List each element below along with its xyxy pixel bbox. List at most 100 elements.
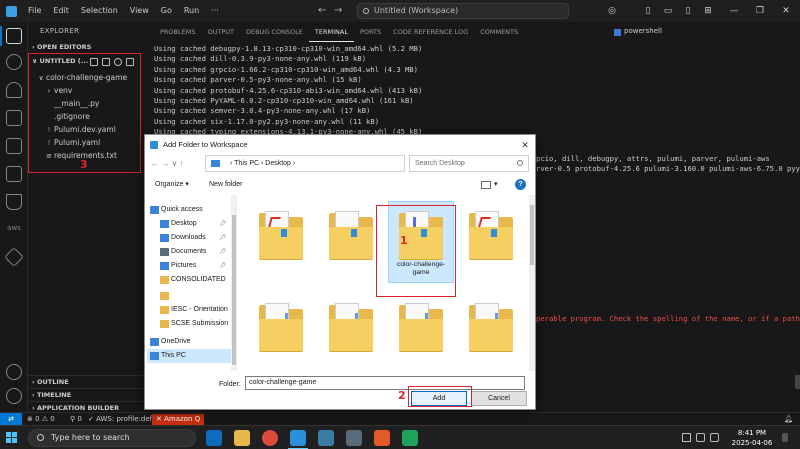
- command-center[interactable]: Untitled (Workspace): [357, 3, 569, 19]
- dialog-close-button[interactable]: ✕: [515, 135, 535, 155]
- search-icon[interactable]: [6, 54, 22, 70]
- taskbar-clock[interactable]: 8:41 PM 2025-04-06: [728, 428, 776, 448]
- taskbar-search[interactable]: Type here to search: [28, 429, 196, 447]
- restore-icon[interactable]: ❐: [748, 0, 772, 22]
- new-folder-button[interactable]: New folder: [209, 179, 242, 191]
- clock-date: 2025-04-06: [731, 439, 773, 447]
- forward-arrow-icon[interactable]: →: [334, 0, 342, 22]
- menu-edit[interactable]: Edit: [47, 0, 75, 22]
- app-icon[interactable]: [346, 430, 362, 446]
- open-editors-section[interactable]: › OPEN EDITORS: [32, 43, 91, 51]
- content-scrollbar[interactable]: [529, 195, 535, 371]
- vscode-file-icon: [281, 229, 287, 237]
- terminal-line: Using cached protobuf-4.25.6-cp310-abi3-…: [154, 85, 423, 95]
- nav-pane-item[interactable]: Quick access: [147, 203, 233, 217]
- copilot-icon[interactable]: ◎: [600, 0, 624, 22]
- dialog-navigation-pane: Quick access Desktop 📌︎ Downloads 📌︎ Document…: [147, 195, 233, 371]
- terminal-output[interactable]: Using cached debugpy-1.8.13-cp310-cp310-…: [154, 44, 794, 138]
- nav-pane-item[interactable]: IESC - Orientation: [147, 303, 233, 317]
- terminal-scrollbar[interactable]: [795, 375, 800, 389]
- source-control-icon[interactable]: [6, 82, 22, 98]
- nav-item-icon: [160, 234, 169, 242]
- folder-item[interactable]: [389, 295, 453, 373]
- tab-debug-console[interactable]: DEBUG CONSOLE: [240, 22, 309, 42]
- powershell-icon: [614, 29, 621, 36]
- folder-item[interactable]: [249, 203, 313, 281]
- aws-icon[interactable]: aws: [3, 224, 25, 232]
- app-icon[interactable]: [402, 430, 418, 446]
- menu-view[interactable]: View: [124, 0, 155, 22]
- app-icon[interactable]: [318, 430, 334, 446]
- folder-item[interactable]: [319, 203, 383, 281]
- volume-icon[interactable]: [710, 433, 719, 442]
- dialog-search-input[interactable]: Search Desktop: [409, 155, 529, 172]
- view-dropdown-arrow[interactable]: ▾: [494, 179, 498, 191]
- dialog-nav-buttons[interactable]: ← → ∨ ↑: [151, 157, 184, 171]
- nav-pane-item[interactable]: This PC: [147, 349, 233, 363]
- active-indicator: [0, 26, 2, 46]
- menu-go[interactable]: Go: [155, 0, 178, 22]
- vscode-taskbar-icon[interactable]: [290, 430, 306, 446]
- tab-output[interactable]: OUTPUT: [201, 22, 240, 42]
- outlook-icon[interactable]: [206, 430, 222, 446]
- nav-pane-item[interactable]: SCSE Submission: [147, 317, 233, 331]
- chrome-icon[interactable]: [262, 430, 278, 446]
- search-icon: [37, 434, 44, 441]
- nav-pane-item[interactable]: Pictures 📌︎: [147, 259, 233, 273]
- extensions-icon[interactable]: [6, 138, 22, 154]
- tray-chevron-icon[interactable]: [682, 433, 691, 442]
- address-bar[interactable]: › This PC › Desktop ›: [205, 155, 405, 172]
- back-arrow-icon[interactable]: ←: [318, 0, 326, 22]
- menu-selection[interactable]: Selection: [75, 0, 124, 22]
- outline-section[interactable]: › OUTLINE: [28, 375, 146, 388]
- folder-item[interactable]: [249, 295, 313, 373]
- show-desktop-button[interactable]: [782, 433, 788, 442]
- terminal-line: rver-0.5 protobuf-4.25.6 pulumi-3.160.0 …: [536, 164, 800, 173]
- folder-field-label: Folder:: [219, 381, 241, 388]
- run-debug-icon[interactable]: [6, 110, 22, 126]
- nav-pane-item[interactable]: [147, 289, 233, 303]
- timeline-section[interactable]: › TIMELINE: [28, 388, 146, 401]
- vscode-icon: [150, 141, 158, 149]
- app-icon[interactable]: [374, 430, 390, 446]
- amazon-q-status[interactable]: ✕ Amazon Q: [152, 414, 205, 425]
- windows-start-icon[interactable]: [6, 432, 18, 444]
- accounts-icon[interactable]: [6, 364, 22, 380]
- organize-button[interactable]: Organize ▾: [155, 179, 189, 191]
- amazon-q-icon[interactable]: [4, 247, 24, 267]
- menu-file[interactable]: File: [22, 0, 47, 22]
- network-icon[interactable]: [696, 433, 705, 442]
- folder-item[interactable]: [319, 295, 383, 373]
- customize-layout-icon[interactable]: ⊞: [696, 0, 720, 22]
- tab-ports[interactable]: PORTS: [354, 22, 387, 42]
- nav-pane-item[interactable]: Desktop 📌︎: [147, 217, 233, 231]
- tab-code-reference-log[interactable]: CODE REFERENCE LOG: [387, 22, 474, 42]
- folder-name-input[interactable]: color-challenge-game: [245, 376, 525, 390]
- minimize-icon[interactable]: —: [722, 0, 746, 22]
- file-explorer-icon[interactable]: [234, 430, 250, 446]
- cancel-button[interactable]: Cancel: [471, 391, 527, 406]
- menu-more[interactable]: ···: [205, 0, 225, 22]
- nav-pane-scrollbar[interactable]: [231, 195, 237, 371]
- tab-problems[interactable]: PROBLEMS: [154, 22, 201, 42]
- folder-item[interactable]: [459, 295, 523, 373]
- remote-explorer-icon[interactable]: [6, 166, 22, 182]
- manage-gear-icon[interactable]: [6, 388, 22, 404]
- tab-terminal[interactable]: TERMINAL: [308, 22, 354, 42]
- terminal-instance-powershell[interactable]: powershell: [614, 26, 662, 40]
- this-pc-icon: [211, 160, 220, 167]
- change-view-icon[interactable]: [481, 181, 491, 189]
- folder-item[interactable]: [459, 203, 523, 281]
- close-window-icon[interactable]: ✕: [774, 0, 798, 22]
- nav-pane-item[interactable]: OneDrive: [147, 335, 233, 349]
- help-icon[interactable]: ?: [515, 179, 526, 190]
- explorer-icon[interactable]: [6, 28, 22, 44]
- tab-comments[interactable]: COMMENTS: [474, 22, 524, 42]
- pin-icon: 📌︎: [219, 249, 227, 255]
- annotation-label-1: 1: [400, 234, 408, 247]
- nav-pane-item[interactable]: Documents 📌︎: [147, 245, 233, 259]
- menu-run[interactable]: Run: [178, 0, 205, 22]
- nav-pane-item[interactable]: CONSOLIDATED: [147, 273, 233, 287]
- nav-pane-item[interactable]: Downloads 📌︎: [147, 231, 233, 245]
- testing-icon[interactable]: [6, 194, 22, 210]
